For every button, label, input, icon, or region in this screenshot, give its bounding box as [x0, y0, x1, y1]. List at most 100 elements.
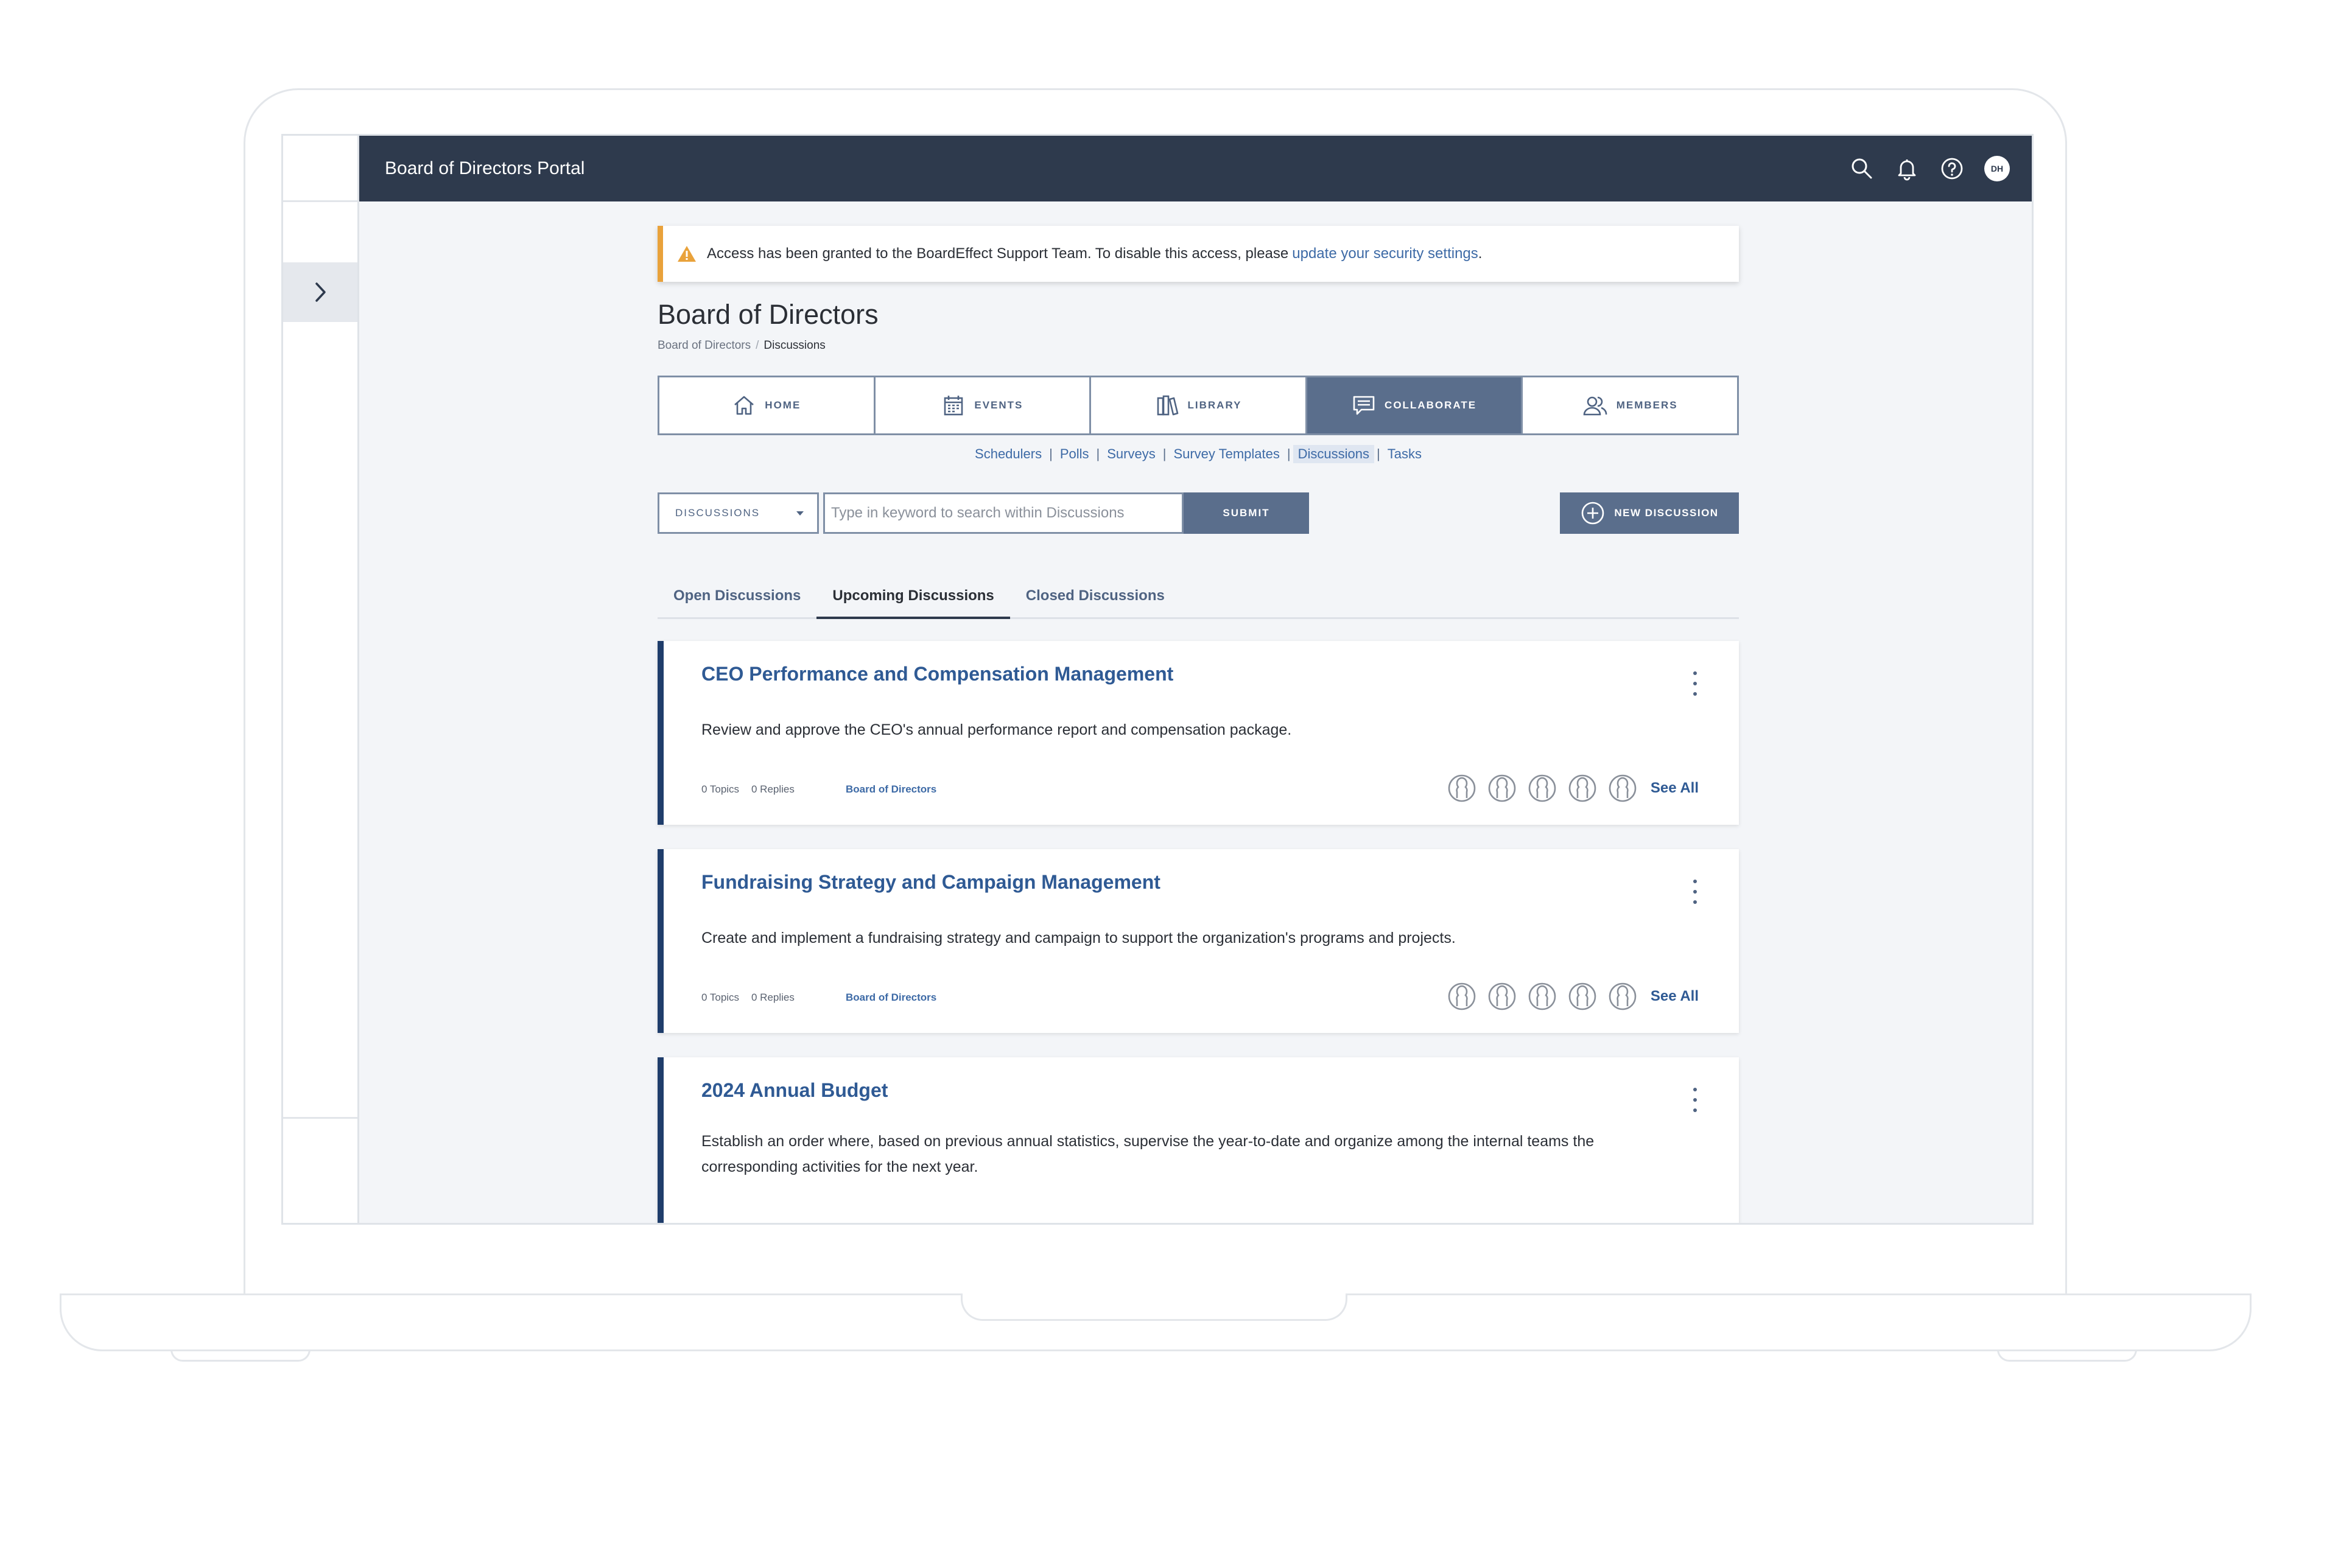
expand-sidebar-button[interactable] [283, 262, 357, 322]
laptop-notch [961, 1293, 1347, 1321]
kebab-icon [1693, 682, 1697, 685]
see-all-link[interactable]: See All [1651, 988, 1699, 1005]
top-bar: Board of Directors Portal DH [359, 136, 2032, 201]
bell-icon [1898, 159, 1916, 181]
replies-count: 0 Replies [751, 783, 795, 795]
discussion-meta: 0 Topics 0 Replies Board of Directors [701, 783, 936, 796]
subnav-divider: | [1376, 446, 1380, 461]
see-all-link[interactable]: See All [1651, 780, 1699, 797]
rail-divider [283, 200, 357, 202]
help-button[interactable] [1939, 156, 1965, 181]
members-icon [1583, 396, 1607, 416]
user-icon [1609, 982, 1637, 1010]
laptop-foot [170, 1349, 311, 1362]
user-icon [1488, 774, 1516, 802]
kebab-icon [1693, 692, 1697, 696]
discussion-tabs: Open Discussions Upcoming Discussions Cl… [658, 587, 1739, 619]
alert-suffix: . [1478, 245, 1483, 262]
tab-collaborate-label: COLLABORATE [1385, 399, 1477, 411]
subnav-survey-templates[interactable]: Survey Templates [1168, 445, 1284, 463]
discussion-card: 2024 Annual Budget Establish an order wh… [658, 1057, 1739, 1223]
select-value: DISCUSSIONS [675, 507, 760, 519]
breadcrumb-board-link[interactable]: Board of Directors [658, 339, 751, 352]
discussion-title[interactable]: 2024 Annual Budget [701, 1079, 1696, 1102]
top-bar-icons: DH [1849, 136, 2010, 201]
tab-closed-discussions[interactable]: Closed Discussions [1026, 587, 1181, 619]
kebab-icon [1693, 900, 1697, 904]
warning-icon [678, 246, 696, 262]
kebab-icon [1693, 671, 1697, 675]
new-discussion-button[interactable]: NEW DISCUSSION [1560, 492, 1739, 534]
more-options-button[interactable] [1689, 1088, 1701, 1112]
breadcrumb-current: Discussions [764, 339, 826, 352]
kebab-icon [1693, 1108, 1697, 1112]
submit-button[interactable]: SUBMIT [1184, 492, 1309, 534]
chat-icon [1353, 396, 1375, 415]
home-icon [734, 396, 754, 415]
breadcrumb-separator: / [756, 339, 759, 352]
user-icon [1528, 982, 1556, 1010]
more-options-button[interactable] [1689, 880, 1701, 904]
discussion-title[interactable]: CEO Performance and Compensation Managem… [701, 663, 1696, 685]
user-avatar[interactable]: DH [1984, 156, 2010, 181]
kebab-icon [1693, 880, 1697, 883]
tab-upcoming-discussions[interactable]: Upcoming Discussions [816, 587, 1010, 619]
subnav-polls[interactable]: Polls [1055, 445, 1094, 463]
more-options-button[interactable] [1689, 671, 1701, 696]
portal-title: Board of Directors Portal [385, 158, 585, 178]
tab-home[interactable]: HOME [659, 377, 876, 433]
user-icon [1448, 982, 1476, 1010]
user-icon [1568, 774, 1596, 802]
subnav-divider: | [1096, 446, 1100, 461]
notifications-button[interactable] [1894, 156, 1920, 181]
access-alert: Access has been granted to the BoardEffe… [658, 226, 1739, 282]
left-rail [283, 136, 359, 1223]
user-icon [1568, 982, 1596, 1010]
tab-members[interactable]: MEMBERS [1523, 377, 1737, 433]
tab-collaborate[interactable]: COLLABORATE [1307, 377, 1523, 433]
main-tabs: HOME EVENTS LIBRARY COLLABORATE MEMBERS [658, 376, 1739, 435]
page-title: Board of Directors [658, 299, 879, 330]
screen: Board of Directors Portal DH Access has … [281, 134, 2034, 1225]
laptop-foot [1997, 1349, 2137, 1362]
tab-open-discussions[interactable]: Open Discussions [673, 587, 816, 619]
tab-home-label: HOME [765, 399, 801, 411]
discussion-meta: 0 Topics 0 Replies Board of Directors [701, 992, 936, 1004]
discussion-card: Fundraising Strategy and Campaign Manage… [658, 849, 1739, 1033]
subnav-schedulers[interactable]: Schedulers [970, 445, 1047, 463]
calendar-icon [944, 396, 963, 416]
subnav-divider: | [1162, 446, 1167, 461]
security-settings-link[interactable]: update your security settings [1292, 245, 1478, 262]
user-icon [1488, 982, 1516, 1010]
topics-count: 0 Topics [701, 783, 740, 795]
tab-library[interactable]: LIBRARY [1091, 377, 1307, 433]
group-link[interactable]: Board of Directors [846, 992, 936, 1004]
new-discussion-label: NEW DISCUSSION [1614, 507, 1719, 519]
subnav-discussions[interactable]: Discussions [1293, 445, 1374, 463]
search-button[interactable] [1849, 156, 1875, 181]
kebab-icon [1693, 890, 1697, 894]
search-input[interactable] [823, 492, 1184, 534]
discussion-description: Review and approve the CEO's annual perf… [701, 721, 1292, 738]
replies-count: 0 Replies [751, 992, 795, 1003]
subnav-tasks[interactable]: Tasks [1383, 445, 1427, 463]
discussion-description: Establish an order where, based on previ… [701, 1133, 1595, 1175]
participants: See All [1447, 774, 1699, 803]
main-content: Access has been granted to the BoardEffe… [658, 226, 1739, 1223]
tab-events[interactable]: EVENTS [876, 377, 1092, 433]
user-icon [1448, 774, 1476, 802]
discussion-type-select[interactable]: DISCUSSIONS [658, 492, 819, 534]
topics-count: 0 Topics [701, 992, 740, 1003]
subnav-divider: | [1287, 446, 1291, 461]
kebab-icon [1693, 1098, 1697, 1102]
group-link[interactable]: Board of Directors [846, 783, 936, 796]
rail-divider [283, 1117, 357, 1119]
library-icon [1157, 395, 1178, 416]
tab-events-label: EVENTS [974, 399, 1023, 411]
caret-down-icon [796, 511, 804, 516]
subnav-surveys[interactable]: Surveys [1102, 445, 1160, 463]
discussion-title[interactable]: Fundraising Strategy and Campaign Manage… [701, 871, 1696, 894]
tab-members-label: MEMBERS [1616, 399, 1678, 411]
chevron-right-icon [315, 282, 326, 302]
tab-library-label: LIBRARY [1187, 399, 1242, 411]
